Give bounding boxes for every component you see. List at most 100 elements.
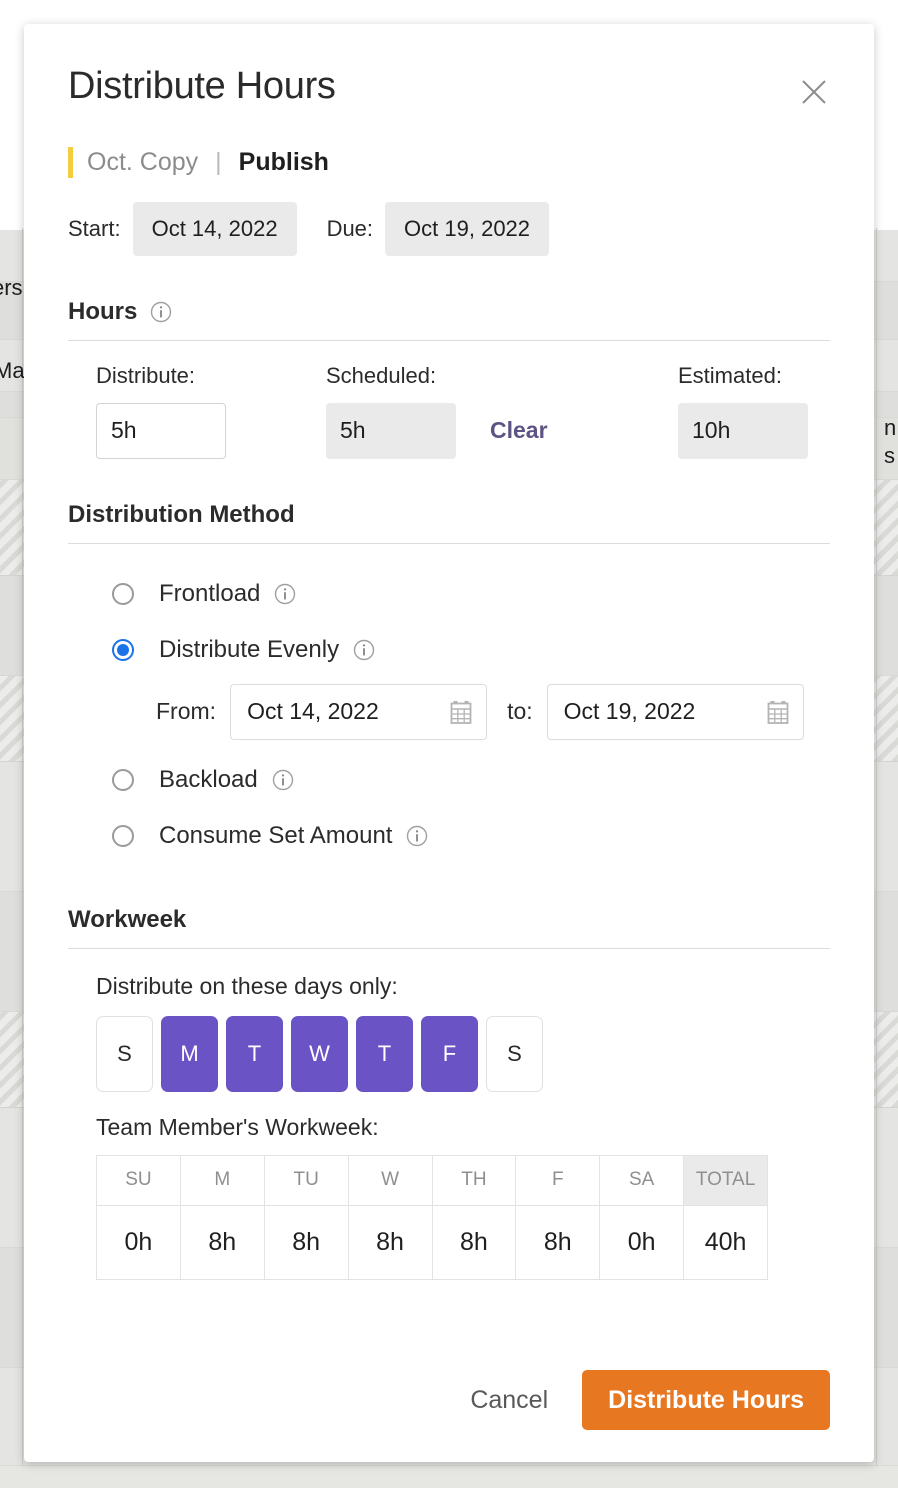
distribute-hours-dialog: Distribute Hours Oct. Copy | Publish Sta… (24, 24, 874, 1462)
distribution-method-title: Distribution Method (68, 500, 295, 528)
day-toggle-monday[interactable]: M (161, 1015, 218, 1092)
day-toggle-tuesday[interactable]: T (226, 1015, 283, 1092)
distribute-hours-group: Distribute: (96, 363, 326, 459)
radio-option-frontload[interactable]: Frontload (112, 566, 830, 622)
due-date-label: Due: (326, 215, 374, 241)
radio-indicator (112, 638, 134, 661)
radio-label: Backload (159, 765, 258, 793)
day-toggle-wednesday[interactable]: W (291, 1015, 348, 1092)
background-gridline (22, 228, 23, 1466)
hours-fields: Distribute: Scheduled: 5h Clear Estimate… (68, 363, 830, 459)
background-text: n (884, 415, 897, 440)
estimated-value: 10h (678, 402, 808, 459)
clear-link[interactable]: Clear (490, 417, 548, 444)
radio-option-consume-set-amount[interactable]: Consume Set Amount (112, 808, 830, 864)
info-icon[interactable] (272, 769, 294, 791)
due-date-chip[interactable]: Oct 19, 2022 (385, 201, 550, 256)
hours-section-title: Hours (68, 297, 138, 325)
day-toggle-saturday[interactable]: S (486, 1015, 543, 1092)
start-date-label: Start: (68, 215, 121, 241)
day-toggle-thursday[interactable]: T (356, 1015, 413, 1092)
close-icon[interactable] (792, 70, 836, 114)
info-icon[interactable] (353, 639, 375, 661)
table-header-row: SU M TU W TH F SA TOTAL (96, 1154, 768, 1206)
distribution-method-section: Distribution Method Frontload Distribute… (68, 501, 830, 864)
task-date-row: Start: Oct 14, 2022 Due: Oct 19, 2022 (68, 201, 830, 256)
column-header-total: TOTAL (683, 1154, 768, 1206)
page-title: Distribute Hours (68, 65, 336, 107)
table-row: 0h 8h 8h 8h 8h 8h 0h 40h (96, 1204, 768, 1280)
team-workweek-table: SU M TU W TH F SA TOTAL 0h 8h 8h 8h 8h 8… (96, 1154, 768, 1280)
from-date-field[interactable]: Oct 14, 2022 (230, 683, 488, 740)
from-date-value: Oct 14, 2022 (247, 698, 379, 725)
to-label: to: (507, 698, 533, 725)
from-label: From: (156, 698, 217, 725)
breadcrumb-accent-bar (68, 147, 73, 179)
hours-section: Hours Distribute: Scheduled: 5h Clear (68, 298, 830, 459)
info-icon[interactable] (274, 583, 296, 605)
workweek-divider (68, 947, 830, 949)
column-header-m: M (179, 1154, 265, 1206)
cell-total: 40h (683, 1204, 768, 1280)
to-date-value: Oct 19, 2022 (563, 698, 696, 725)
workweek-day-toggles: S M T W T F S (68, 1015, 830, 1092)
distribution-method-divider (68, 542, 830, 544)
radio-label: Frontload (159, 579, 261, 607)
cell-f: 8h (515, 1204, 601, 1280)
estimated-label: Estimated: (678, 362, 782, 388)
scheduled-row: 5h Clear (326, 402, 678, 459)
workweek-header: Workweek (68, 906, 830, 948)
start-date-chip[interactable]: Oct 14, 2022 (132, 201, 297, 256)
cell-su: 0h (96, 1204, 181, 1280)
info-icon[interactable] (150, 301, 172, 323)
calendar-icon[interactable] (767, 700, 789, 724)
dialog-header: Distribute Hours (68, 24, 830, 108)
cell-th: 8h (431, 1204, 517, 1280)
distribute-label: Distribute: (96, 362, 196, 388)
background-text: s (884, 443, 895, 468)
hours-section-divider (68, 339, 830, 341)
dialog-footer: Cancel Distribute Hours (466, 1370, 830, 1430)
scheduled-hours-group: Scheduled: 5h Clear (326, 363, 678, 459)
distribute-hours-button[interactable]: Distribute Hours (582, 1370, 830, 1430)
workweek-title: Workweek (68, 905, 187, 933)
cell-tu: 8h (263, 1204, 349, 1280)
workweek-days-prompt: Distribute on these days only: (96, 972, 398, 999)
column-header-sa: SA (599, 1154, 685, 1206)
team-workweek-prompt: Team Member's Workweek: (96, 1113, 379, 1140)
radio-option-backload[interactable]: Backload (112, 752, 830, 808)
cancel-button[interactable]: Cancel (466, 1376, 552, 1425)
hours-section-header: Hours (68, 298, 830, 340)
column-header-su: SU (96, 1154, 181, 1206)
scheduled-value: 5h (326, 402, 456, 459)
radio-indicator (112, 582, 134, 605)
radio-label: Distribute Evenly (159, 635, 340, 663)
day-toggle-sunday[interactable]: S (96, 1015, 153, 1092)
background-text: ers (0, 275, 23, 300)
distribution-method-options: Frontload Distribute Evenly From: Oct 14… (68, 566, 830, 864)
distribute-range-row: From: Oct 14, 2022 to: Oct 19, 2022 (112, 683, 830, 740)
radio-indicator (112, 768, 134, 791)
breadcrumb: Oct. Copy | Publish (68, 146, 830, 180)
column-header-w: W (347, 1154, 433, 1206)
breadcrumb-separator: | (215, 148, 222, 177)
scheduled-label: Scheduled: (326, 362, 437, 388)
distribution-method-header: Distribution Method (68, 501, 830, 543)
column-header-tu: TU (263, 1154, 349, 1206)
day-toggle-friday[interactable]: F (421, 1015, 478, 1092)
column-header-th: TH (431, 1154, 517, 1206)
background-text: Ma (0, 358, 25, 383)
background-gridline (876, 228, 877, 1466)
radio-option-distribute-evenly[interactable]: Distribute Evenly (112, 622, 830, 678)
to-date-field[interactable]: Oct 19, 2022 (546, 683, 804, 740)
info-icon[interactable] (406, 825, 428, 847)
breadcrumb-parent[interactable]: Oct. Copy (87, 148, 198, 177)
radio-indicator (112, 824, 134, 847)
distribute-input[interactable] (96, 402, 226, 459)
calendar-icon[interactable] (450, 700, 472, 724)
cell-w: 8h (347, 1204, 433, 1280)
column-header-f: F (515, 1154, 601, 1206)
breadcrumb-current: Publish (238, 148, 329, 177)
cell-m: 8h (179, 1204, 265, 1280)
cell-sa: 0h (599, 1204, 685, 1280)
